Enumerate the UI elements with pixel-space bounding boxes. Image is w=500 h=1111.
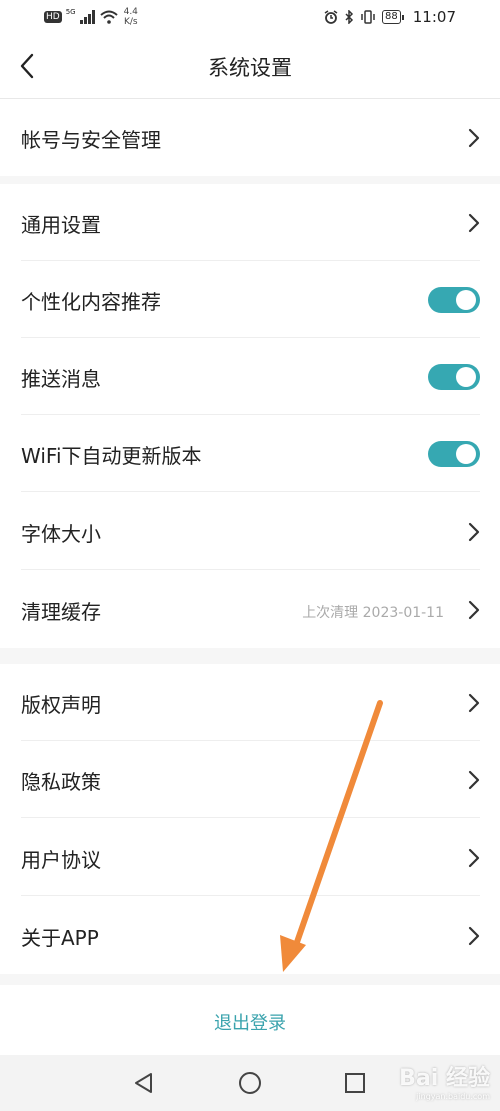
row-user-agreement[interactable]: 用户协议	[0, 819, 500, 896]
row-font-size[interactable]: 字体大小	[0, 493, 500, 570]
last-cleared-text: 上次清理 2023-01-11	[302, 605, 444, 621]
network-type: 5G	[65, 8, 76, 16]
wifi-icon	[99, 10, 118, 24]
circle-home-icon	[239, 1072, 261, 1094]
watermark-text: Bai 经验	[399, 1066, 490, 1091]
row-label: 个性化内容推荐	[21, 290, 161, 314]
row-label: 用户协议	[21, 848, 101, 872]
status-left: HD 5G 4.4 K/s	[44, 7, 138, 27]
title-bar: 系统设置	[0, 34, 500, 98]
chevron-right-icon	[468, 522, 480, 542]
row-about-app[interactable]: 关于APP	[0, 897, 500, 974]
section-gap	[0, 974, 500, 985]
chevron-right-icon	[468, 848, 480, 868]
row-label: 字体大小	[21, 522, 101, 546]
network-speed: 4.4 K/s	[124, 7, 138, 27]
row-privacy-policy[interactable]: 隐私政策	[0, 741, 500, 818]
status-bar: HD 5G 4.4 K/s 88 11:07	[0, 0, 500, 34]
row-general-settings[interactable]: 通用设置	[0, 184, 500, 261]
row-account-security[interactable]: 帐号与安全管理	[0, 99, 500, 176]
chevron-right-icon	[468, 600, 480, 620]
row-label: 隐私政策	[21, 770, 101, 794]
vibrate-icon	[361, 10, 375, 24]
row-push-messages: 推送消息	[0, 338, 500, 415]
bluetooth-icon	[345, 10, 354, 24]
row-label: 关于APP	[21, 926, 99, 950]
square-recents-icon	[345, 1073, 365, 1093]
row-label: 帐号与安全管理	[21, 128, 161, 152]
row-divider	[21, 895, 480, 896]
personalized-recommend-toggle[interactable]	[428, 287, 480, 313]
logout-row: 退出登录	[0, 985, 500, 1055]
row-divider	[21, 569, 480, 570]
row-label: WiFi下自动更新版本	[21, 444, 202, 468]
row-label: 清理缓存	[21, 600, 101, 624]
status-right: 88 11:07	[324, 8, 456, 26]
push-messages-toggle[interactable]	[428, 364, 480, 390]
nav-recents-button[interactable]	[341, 1069, 369, 1097]
chevron-right-icon	[468, 693, 480, 713]
toggle-knob	[456, 367, 476, 387]
row-clear-cache[interactable]: 清理缓存 上次清理 2023-01-11	[0, 571, 500, 648]
row-label: 推送消息	[21, 367, 101, 391]
alarm-icon	[324, 10, 338, 24]
nav-home-button[interactable]	[236, 1069, 264, 1097]
clock: 11:07	[412, 8, 456, 26]
page-title: 系统设置	[208, 56, 292, 80]
nav-back-button[interactable]	[130, 1069, 158, 1097]
row-personalized-recommend: 个性化内容推荐	[0, 261, 500, 338]
chevron-right-icon	[468, 926, 480, 946]
row-label: 版权声明	[21, 693, 101, 717]
chevron-right-icon	[468, 770, 480, 790]
hd-badge: HD	[44, 11, 62, 23]
row-divider	[21, 817, 480, 818]
section-gap	[0, 648, 500, 664]
triangle-back-icon	[135, 1073, 152, 1093]
battery-indicator: 88	[382, 10, 404, 24]
toggle-knob	[456, 444, 476, 464]
toggle-knob	[456, 290, 476, 310]
watermark-url: jingyan.baidu.com	[416, 1092, 490, 1101]
wifi-auto-update-toggle[interactable]	[428, 441, 480, 467]
row-divider	[21, 491, 480, 492]
section-gap	[0, 176, 500, 184]
chevron-right-icon	[468, 213, 480, 233]
chevron-right-icon	[468, 128, 480, 148]
row-copyright[interactable]: 版权声明	[0, 664, 500, 741]
logout-button[interactable]: 退出登录	[214, 1009, 286, 1035]
row-label: 通用设置	[21, 213, 101, 237]
speed-value: 4.4	[123, 7, 138, 17]
signal-icon	[79, 10, 95, 24]
row-wifi-auto-update: WiFi下自动更新版本	[0, 415, 500, 492]
baidu-jingyan-watermark: Bai 经验 jingyan.baidu.com	[399, 1060, 490, 1101]
speed-unit: K/s	[123, 17, 138, 27]
